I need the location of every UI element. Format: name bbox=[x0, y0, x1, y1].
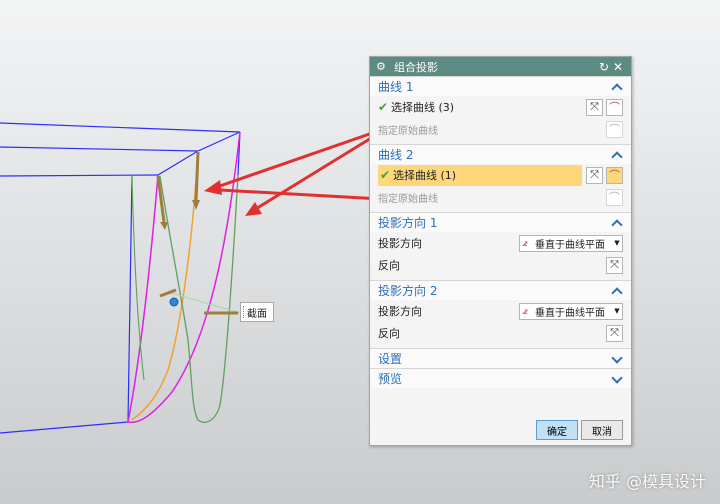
box-edge-left bbox=[127, 174, 133, 423]
section-origin-point bbox=[169, 297, 179, 307]
dropdown-arrow-icon: ▼ bbox=[614, 239, 620, 247]
reverse-direction-icon[interactable]: ⤧ bbox=[606, 256, 623, 274]
dir2-projection-value: 垂直于曲线平面 bbox=[535, 307, 605, 319]
chevron-down-icon[interactable] bbox=[611, 353, 623, 365]
dir2-reverse-row: 反向 ⤧ bbox=[370, 322, 631, 344]
chevron-up-icon[interactable] bbox=[611, 81, 623, 93]
dir1-projection-value: 垂直于曲线平面 bbox=[535, 239, 605, 251]
dir1-projection-row: 投影方向 ⦨ 垂直于曲线平面 ▼ bbox=[370, 232, 631, 254]
red-arrow-cross-head bbox=[245, 202, 262, 216]
dir1-projection-label: 投影方向 bbox=[378, 237, 422, 250]
group-settings-label: 设置 bbox=[378, 352, 403, 366]
orange-curve bbox=[131, 150, 199, 421]
chevron-up-icon[interactable] bbox=[611, 217, 623, 229]
group-dir2-label: 投影方向 2 bbox=[378, 284, 438, 298]
dir1-projection-select[interactable]: ⦨ 垂直于曲线平面 ▼ bbox=[519, 234, 623, 252]
group-settings-header[interactable]: 设置 bbox=[370, 348, 631, 368]
reverse-direction-icon[interactable]: ⤧ bbox=[586, 98, 603, 116]
curve1-select-row[interactable]: ✔ 选择曲线 (3) ⤧ ⌒ bbox=[370, 96, 631, 118]
group-curve1-header[interactable]: 曲线 1 bbox=[370, 76, 631, 96]
red-arrow-lower bbox=[219, 188, 382, 201]
group-dir2-header[interactable]: 投影方向 2 bbox=[370, 280, 631, 300]
curve1-original-row[interactable]: 指定原始曲线 ⌒ bbox=[370, 118, 631, 140]
curve-select-icon[interactable]: ⌒ bbox=[606, 166, 623, 184]
dialog-titlebar: ⚙ 组合投影 ↻ ✕ bbox=[370, 57, 631, 76]
check-icon: ✔ bbox=[378, 100, 389, 114]
original-curve-icon[interactable]: ⌒ bbox=[606, 120, 623, 138]
section-arrow-left bbox=[159, 288, 177, 298]
group-curve2-label: 曲线 2 bbox=[378, 148, 414, 162]
box-edge-bottom bbox=[0, 421, 129, 434]
dir2-reverse-label: 反向 bbox=[378, 327, 400, 340]
dir2-projection-row: 投影方向 ⦨ 垂直于曲线平面 ▼ bbox=[370, 300, 631, 322]
vector-left-head bbox=[160, 222, 168, 230]
group-curve2-header[interactable]: 曲线 2 bbox=[370, 144, 631, 164]
curve2-original-label: 指定原始曲线 bbox=[378, 193, 438, 205]
original-curve-icon[interactable]: ⌒ bbox=[606, 188, 623, 206]
gear-icon[interactable]: ⚙ bbox=[376, 60, 390, 73]
box-edge-top bbox=[0, 122, 241, 152]
dialog-footer: 确定 取消 bbox=[370, 415, 631, 445]
dir1-reverse-label: 反向 bbox=[378, 259, 400, 272]
chevron-up-icon[interactable] bbox=[611, 149, 623, 161]
cancel-button[interactable]: 取消 bbox=[581, 420, 623, 440]
group-preview-header[interactable]: 预览 bbox=[370, 368, 631, 388]
check-icon: ✔ bbox=[380, 168, 391, 182]
group-dir1-label: 投影方向 1 bbox=[378, 216, 438, 230]
group-preview-label: 预览 bbox=[378, 372, 403, 386]
dir2-projection-select[interactable]: ⦨ 垂直于曲线平面 ▼ bbox=[519, 302, 623, 320]
combined-projection-dialog: ⚙ 组合投影 ↻ ✕ 曲线 1 ✔ 选择曲线 (3) ⤧ ⌒ 指定原始曲线 ⌒ … bbox=[369, 56, 632, 446]
projection-icon: ⦨ bbox=[522, 237, 528, 249]
close-icon[interactable]: ✕ bbox=[611, 60, 625, 74]
dir2-projection-label: 投影方向 bbox=[378, 305, 422, 318]
curve2-select-wrap: ✔ 选择曲线 (1) ⤧ ⌒ bbox=[370, 164, 631, 186]
box-edge-front-top bbox=[0, 174, 159, 177]
chevron-up-icon[interactable] bbox=[611, 285, 623, 297]
group-curve1-label: 曲线 1 bbox=[378, 80, 414, 94]
vector-right bbox=[194, 151, 200, 203]
group-dir1-header[interactable]: 投影方向 1 bbox=[370, 212, 631, 232]
reset-icon[interactable]: ↻ bbox=[597, 60, 611, 74]
curve-select-icon[interactable]: ⌒ bbox=[606, 98, 623, 116]
dropdown-arrow-icon: ▼ bbox=[614, 307, 620, 315]
chevron-down-icon[interactable] bbox=[611, 373, 623, 385]
section-line bbox=[167, 291, 241, 314]
ok-button[interactable]: 确定 bbox=[536, 420, 578, 440]
reverse-direction-icon[interactable]: ⤧ bbox=[586, 166, 603, 184]
box-edge-diag bbox=[157, 150, 199, 176]
reverse-direction-icon[interactable]: ⤧ bbox=[606, 324, 623, 342]
curve2-select-row[interactable]: ✔ 选择曲线 (1) bbox=[378, 164, 582, 186]
curve1-select-label: 选择曲线 (3) bbox=[391, 101, 455, 114]
dir1-reverse-row: 反向 ⤧ bbox=[370, 254, 631, 276]
green-curve-back bbox=[131, 174, 145, 381]
curve1-original-label: 指定原始曲线 bbox=[378, 125, 438, 137]
curve2-original-row[interactable]: 指定原始曲线 ⌒ bbox=[370, 186, 631, 208]
curve2-select-label: 选择曲线 (1) bbox=[393, 169, 457, 182]
section-label[interactable]: 截面 bbox=[240, 302, 274, 322]
red-arrow-upper-head bbox=[204, 180, 222, 195]
watermark: 知乎 @模具设计 bbox=[588, 472, 706, 491]
dialog-title: 组合投影 bbox=[394, 60, 438, 74]
projection-icon: ⦨ bbox=[522, 305, 528, 317]
